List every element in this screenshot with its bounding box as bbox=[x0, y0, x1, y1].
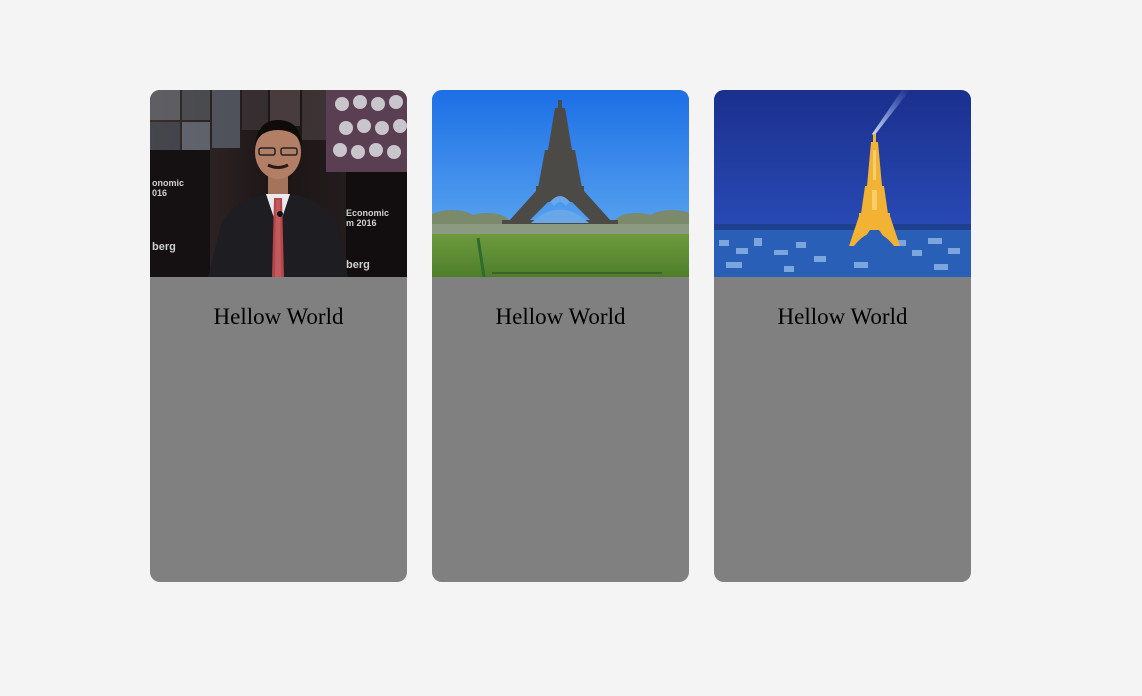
card-grid: onomic 016 berg Economic m 2016 berg Hel… bbox=[150, 90, 971, 582]
card-title: Hellow World bbox=[777, 304, 908, 329]
eiffel-tower-night-photo bbox=[714, 90, 971, 277]
eiffel-tower-day-photo bbox=[432, 90, 689, 277]
svg-text:m 2016: m 2016 bbox=[346, 218, 377, 228]
card-2[interactable]: Hellow World bbox=[432, 90, 689, 582]
svg-text:berg: berg bbox=[346, 259, 370, 271]
svg-text:onomic: onomic bbox=[152, 178, 184, 188]
svg-text:Economic: Economic bbox=[346, 208, 389, 218]
card-1[interactable]: onomic 016 berg Economic m 2016 berg Hel… bbox=[150, 90, 407, 582]
svg-text:016: 016 bbox=[152, 188, 167, 198]
card-title: Hellow World bbox=[495, 304, 626, 329]
svg-text:berg: berg bbox=[152, 241, 176, 253]
man-in-suit-photo: onomic 016 berg Economic m 2016 berg bbox=[150, 90, 407, 277]
card-3[interactable]: Hellow World bbox=[714, 90, 971, 582]
card-title: Hellow World bbox=[213, 304, 344, 329]
